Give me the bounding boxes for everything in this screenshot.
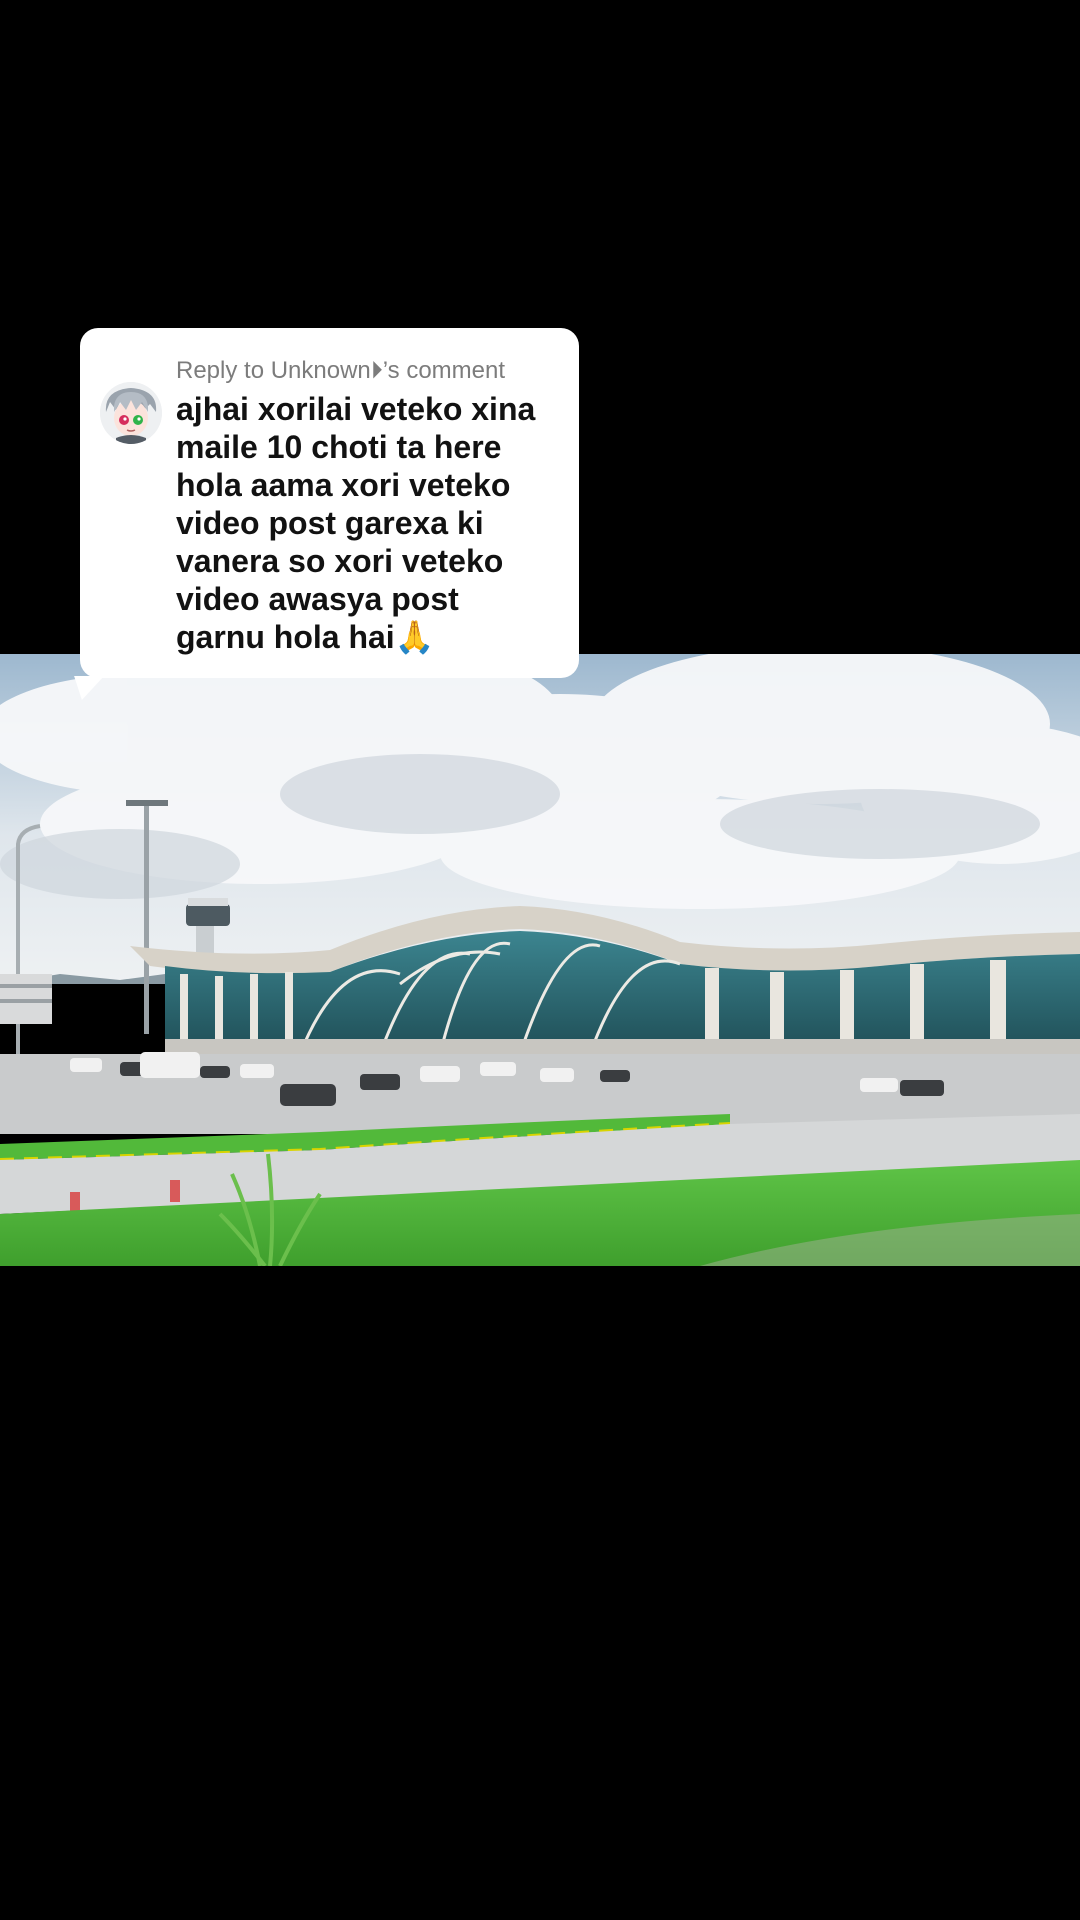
airport-terminal-image xyxy=(0,654,1080,1266)
reply-comment-text: ajhai xorilai veteko xina maile 10 choti… xyxy=(176,391,536,655)
anime-avatar-icon xyxy=(100,382,162,444)
reply-comment-card[interactable]: Reply to Unknown⏵’s comment ajhai xorila… xyxy=(80,328,579,678)
video-frame[interactable] xyxy=(0,654,1080,1266)
avatar[interactable] xyxy=(100,382,162,444)
reply-header: Reply to Unknown⏵’s comment xyxy=(176,357,506,384)
